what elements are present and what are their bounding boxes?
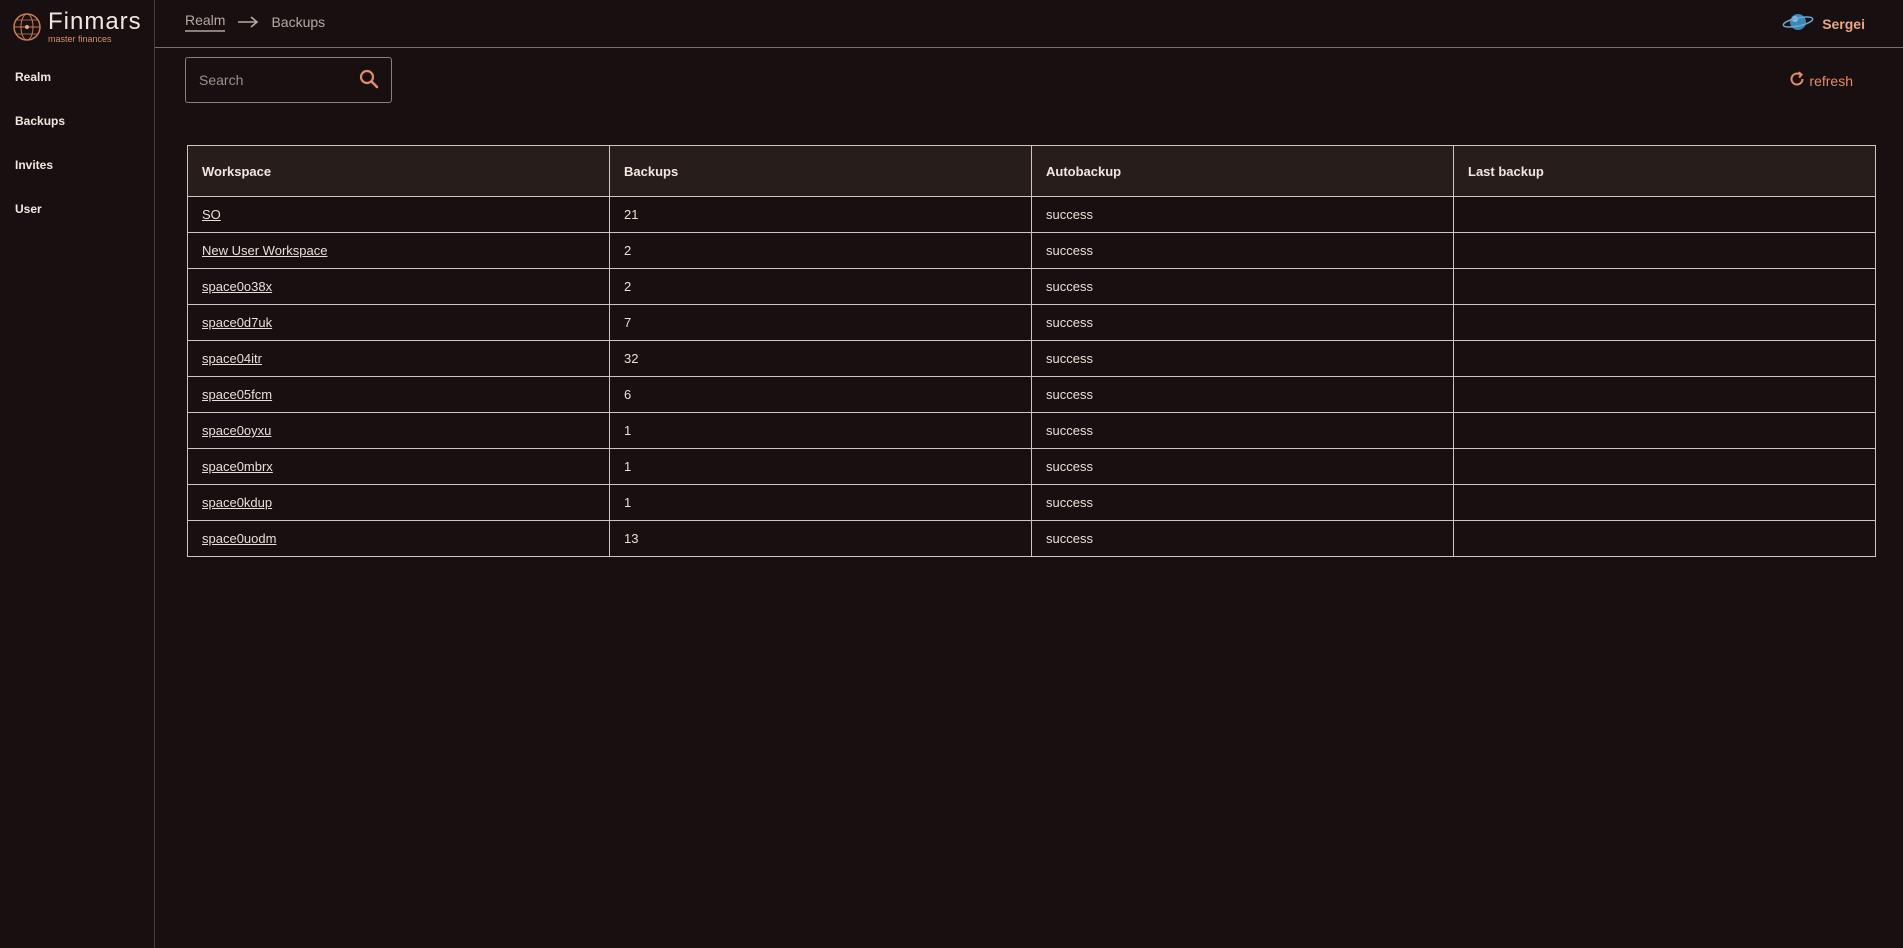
workspace-link[interactable]: space0kdup bbox=[202, 495, 272, 510]
last-backup-cell bbox=[1453, 340, 1876, 377]
workspace-cell: space05fcm bbox=[187, 376, 610, 413]
workspace-link[interactable]: SO bbox=[202, 207, 221, 222]
globe-logo-icon bbox=[12, 12, 42, 42]
table-row: space0d7uk 7 success bbox=[187, 304, 1876, 341]
backups-count-cell: 6 bbox=[609, 376, 1032, 413]
sidebar-item-realm[interactable]: Realm bbox=[15, 66, 65, 110]
workspace-cell: space0mbrx bbox=[187, 448, 610, 485]
column-header-workspace[interactable]: Workspace bbox=[187, 145, 610, 197]
logo[interactable]: Finmars master finances bbox=[12, 10, 142, 44]
refresh-button[interactable]: refresh bbox=[1789, 71, 1853, 90]
sidebar-nav: Realm Backups Invites User bbox=[15, 66, 65, 242]
table-row: space0o38x 2 success bbox=[187, 268, 1876, 305]
backups-count-cell: 7 bbox=[609, 304, 1032, 341]
workspace-cell: space0uodm bbox=[187, 520, 610, 557]
last-backup-cell bbox=[1453, 304, 1876, 341]
last-backup-cell bbox=[1453, 412, 1876, 449]
backups-count-cell: 2 bbox=[609, 232, 1032, 269]
workspace-cell: space0d7uk bbox=[187, 304, 610, 341]
breadcrumb-realm-link[interactable]: Realm bbox=[185, 12, 226, 32]
sidebar-item-backups[interactable]: Backups bbox=[15, 110, 65, 154]
last-backup-cell bbox=[1453, 196, 1876, 233]
last-backup-cell bbox=[1453, 268, 1876, 305]
user-menu[interactable]: Sergei bbox=[1782, 10, 1865, 37]
last-backup-cell bbox=[1453, 520, 1876, 557]
sidebar-item-invites[interactable]: Invites bbox=[15, 154, 65, 198]
workspace-cell: space0o38x bbox=[187, 268, 610, 305]
arrow-right-icon bbox=[237, 16, 259, 28]
planet-avatar-icon bbox=[1782, 10, 1814, 37]
search-input[interactable] bbox=[197, 71, 347, 89]
workspace-cell: space04itr bbox=[187, 340, 610, 377]
workspace-link[interactable]: New User Workspace bbox=[202, 243, 327, 258]
backups-count-cell: 1 bbox=[609, 484, 1032, 521]
table-row: space0kdup 1 success bbox=[187, 484, 1876, 521]
logo-title: Finmars bbox=[48, 8, 142, 35]
autobackup-status-cell: success bbox=[1031, 376, 1454, 413]
column-header-last-backup[interactable]: Last backup bbox=[1453, 145, 1876, 197]
last-backup-cell bbox=[1453, 376, 1876, 413]
workspace-link[interactable]: space0uodm bbox=[202, 531, 276, 546]
search-field bbox=[185, 57, 392, 103]
autobackup-status-cell: success bbox=[1031, 304, 1454, 341]
backups-count-cell: 21 bbox=[609, 196, 1032, 233]
workspace-link[interactable]: space0mbrx bbox=[202, 459, 273, 474]
refresh-label: refresh bbox=[1809, 72, 1853, 89]
search-icon[interactable] bbox=[359, 69, 379, 94]
table-row: space0mbrx 1 success bbox=[187, 448, 1876, 485]
autobackup-status-cell: success bbox=[1031, 268, 1454, 305]
table-row: space0oyxu 1 success bbox=[187, 412, 1876, 449]
table-row: space05fcm 6 success bbox=[187, 376, 1876, 413]
backups-count-cell: 13 bbox=[609, 520, 1032, 557]
workspace-cell: New User Workspace bbox=[187, 232, 610, 269]
table-header-row: Workspace Backups Autobackup Last backup bbox=[187, 145, 1876, 197]
workspace-link[interactable]: space0d7uk bbox=[202, 315, 272, 330]
autobackup-status-cell: success bbox=[1031, 484, 1454, 521]
workspace-cell: space0kdup bbox=[187, 484, 610, 521]
column-header-backups[interactable]: Backups bbox=[609, 145, 1032, 197]
backups-count-cell: 32 bbox=[609, 340, 1032, 377]
autobackup-status-cell: success bbox=[1031, 340, 1454, 377]
logo-subtitle: master finances bbox=[48, 34, 112, 44]
last-backup-cell bbox=[1453, 484, 1876, 521]
workspace-cell: space0oyxu bbox=[187, 412, 610, 449]
sidebar: Finmars master finances Realm Backups In… bbox=[0, 0, 155, 948]
table-row: New User Workspace 2 success bbox=[187, 232, 1876, 269]
logo-text: Finmars master finances bbox=[48, 10, 142, 44]
table-row: SO 21 success bbox=[187, 196, 1876, 233]
backups-count-cell: 2 bbox=[609, 268, 1032, 305]
table-row: space0uodm 13 success bbox=[187, 520, 1876, 557]
table-row: space04itr 32 success bbox=[187, 340, 1876, 377]
backups-table-container: Workspace Backups Autobackup Last backup… bbox=[187, 145, 1876, 557]
last-backup-cell bbox=[1453, 448, 1876, 485]
refresh-icon bbox=[1789, 71, 1805, 90]
column-header-autobackup[interactable]: Autobackup bbox=[1031, 145, 1454, 197]
workspace-link[interactable]: space05fcm bbox=[202, 387, 272, 402]
autobackup-status-cell: success bbox=[1031, 196, 1454, 233]
autobackup-status-cell: success bbox=[1031, 232, 1454, 269]
workspace-cell: SO bbox=[187, 196, 610, 233]
breadcrumb: Realm Backups bbox=[185, 12, 325, 32]
topbar: Realm Backups Sergei bbox=[155, 0, 1903, 48]
workspace-link[interactable]: space04itr bbox=[202, 351, 262, 366]
backups-count-cell: 1 bbox=[609, 412, 1032, 449]
autobackup-status-cell: success bbox=[1031, 520, 1454, 557]
autobackup-status-cell: success bbox=[1031, 448, 1454, 485]
sidebar-item-user[interactable]: User bbox=[15, 198, 65, 242]
workspace-link[interactable]: space0oyxu bbox=[202, 423, 271, 438]
breadcrumb-current: Backups bbox=[271, 14, 326, 30]
autobackup-status-cell: success bbox=[1031, 412, 1454, 449]
user-name: Sergei bbox=[1822, 15, 1865, 32]
backups-count-cell: 1 bbox=[609, 448, 1032, 485]
backups-table: Workspace Backups Autobackup Last backup… bbox=[187, 145, 1876, 557]
workspace-link[interactable]: space0o38x bbox=[202, 279, 272, 294]
last-backup-cell bbox=[1453, 232, 1876, 269]
